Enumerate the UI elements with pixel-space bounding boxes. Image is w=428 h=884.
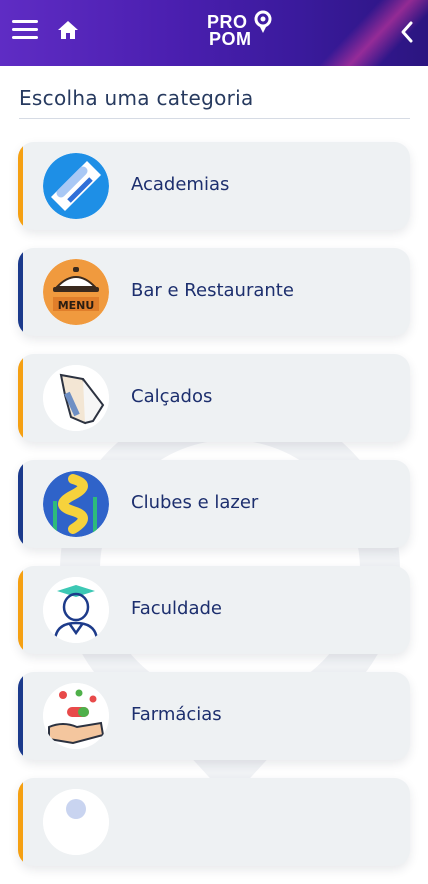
category-item-bar-e-restaurante[interactable]: MENU Bar e Restaurante bbox=[18, 248, 410, 336]
propom-logo: PRO POM bbox=[207, 10, 273, 58]
category-list: Academias MENU Bar e Restaurante Calçado… bbox=[18, 142, 410, 884]
category-item-calcados[interactable]: Calçados bbox=[18, 354, 410, 442]
category-item-farmacias[interactable]: Farmácias bbox=[18, 672, 410, 760]
fitness-icon bbox=[43, 153, 109, 219]
hamburger-menu-icon[interactable] bbox=[12, 20, 38, 42]
location-pin-icon bbox=[254, 10, 272, 33]
category-item-next[interactable] bbox=[18, 778, 410, 866]
category-label: Academias bbox=[131, 174, 230, 195]
card-accent bbox=[18, 778, 23, 866]
category-item-faculdade[interactable]: Faculdade bbox=[18, 566, 410, 654]
menu-cloche-icon: MENU bbox=[43, 259, 109, 325]
pills-hand-icon bbox=[43, 683, 109, 749]
category-label: Clubes e lazer bbox=[131, 492, 259, 513]
svg-text:MENU: MENU bbox=[58, 299, 95, 312]
card-accent bbox=[18, 248, 23, 336]
page-title: Escolha uma categoria bbox=[19, 86, 254, 110]
category-label: Calçados bbox=[131, 386, 213, 407]
card-accent bbox=[18, 354, 23, 442]
title-divider bbox=[19, 118, 410, 119]
water-slide-icon bbox=[43, 471, 109, 537]
category-item-clubes-e-lazer[interactable]: Clubes e lazer bbox=[18, 460, 410, 548]
graduate-icon bbox=[43, 577, 109, 643]
card-accent bbox=[18, 460, 23, 548]
app-header: PRO POM bbox=[0, 0, 428, 66]
category-icon bbox=[43, 789, 109, 855]
card-accent bbox=[18, 672, 23, 760]
home-icon[interactable] bbox=[56, 18, 80, 42]
category-item-academias[interactable]: Academias bbox=[18, 142, 410, 230]
card-accent bbox=[18, 142, 23, 230]
shoe-icon bbox=[43, 365, 109, 431]
category-label: Farmácias bbox=[131, 704, 222, 725]
card-accent bbox=[18, 566, 23, 654]
category-label: Faculdade bbox=[131, 598, 222, 619]
category-label: Bar e Restaurante bbox=[131, 280, 294, 301]
chevron-left-icon[interactable] bbox=[398, 20, 416, 44]
